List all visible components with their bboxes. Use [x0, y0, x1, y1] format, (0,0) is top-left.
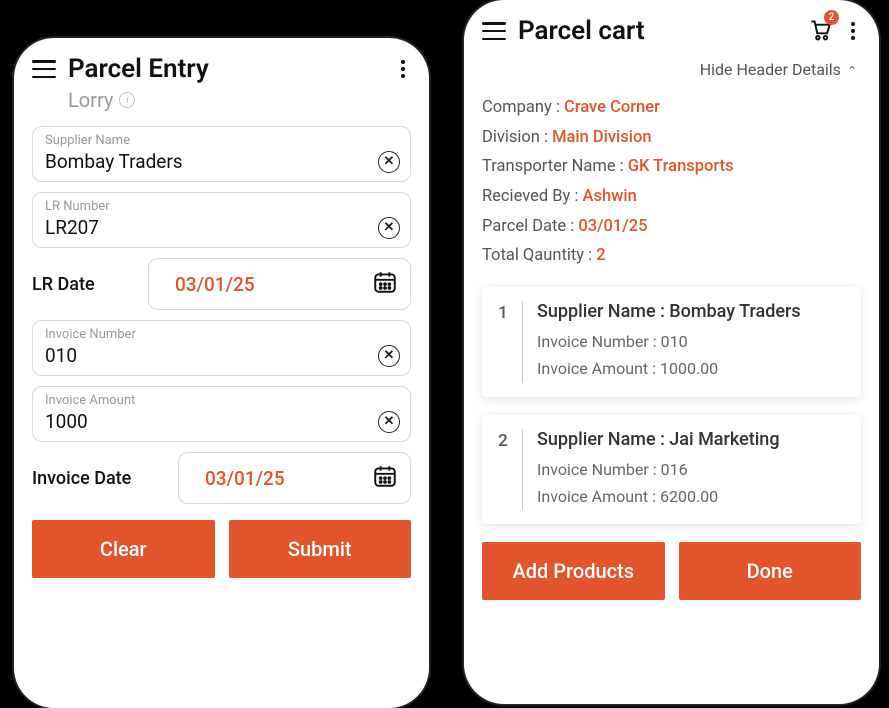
meta-transporter: Transporter Name : GK Transports: [482, 152, 861, 182]
field-label: Invoice Amount: [45, 393, 400, 408]
kebab-menu-icon[interactable]: [395, 54, 411, 84]
field-label: Invoice Number: [45, 327, 400, 342]
card-supplier: Supplier Name : Jai Marketing: [537, 429, 847, 450]
kebab-menu-icon[interactable]: [845, 16, 861, 46]
card-invoice-amount: Invoice Amount : 1000.00: [537, 355, 847, 382]
clear-button[interactable]: Clear: [32, 520, 215, 578]
field-value[interactable]: Bombay Traders: [45, 150, 378, 173]
chevron-up-icon: ⌄: [847, 63, 857, 77]
invoice-date-value: 03/01/25: [191, 467, 285, 490]
hide-header-toggle[interactable]: Hide Header Details ⌄: [482, 60, 857, 79]
clear-input-icon[interactable]: ✕: [378, 411, 400, 433]
page-title: Parcel Entry: [68, 54, 383, 84]
screen: Parcel cart 2 Hide Header Details ⌄ Comp…: [464, 0, 879, 704]
lr-date-row: LR Date 03/01/25: [32, 258, 411, 310]
field-label: LR Number: [45, 199, 400, 214]
hide-header-label: Hide Header Details: [700, 60, 841, 79]
action-buttons: Add Products Done: [482, 542, 861, 600]
field-value[interactable]: 1000: [45, 410, 378, 433]
phone-parcel-cart: Parcel cart 2 Hide Header Details ⌄ Comp…: [464, 0, 879, 704]
divider: [522, 301, 523, 382]
clear-input-icon[interactable]: ✕: [378, 151, 400, 173]
cart-icon[interactable]: 2: [807, 16, 833, 46]
parcel-card[interactable]: 1 Supplier Name : Bombay Traders Invoice…: [482, 287, 861, 396]
lr-date-input[interactable]: 03/01/25: [148, 258, 411, 310]
info-icon[interactable]: i: [119, 92, 135, 108]
page-title: Parcel cart: [518, 16, 795, 46]
meta-division: Division : Main Division: [482, 123, 861, 153]
meta-company: Company : Crave Corner: [482, 93, 861, 123]
field-value[interactable]: 010: [45, 344, 378, 367]
card-supplier: Supplier Name : Bombay Traders: [537, 301, 847, 322]
header: Parcel Entry: [32, 54, 411, 84]
invoice-amount-field[interactable]: Invoice Amount 1000 ✕: [32, 386, 411, 442]
header: Parcel cart 2: [482, 16, 861, 46]
invoice-date-row: Invoice Date 03/01/25: [32, 452, 411, 504]
card-body: Supplier Name : Bombay Traders Invoice N…: [537, 301, 847, 382]
done-button[interactable]: Done: [679, 542, 862, 600]
clear-input-icon[interactable]: ✕: [378, 217, 400, 239]
invoice-date-input[interactable]: 03/01/25: [178, 452, 411, 504]
subtitle-row: Lorry i: [32, 88, 411, 112]
card-invoice-number: Invoice Number : 010: [537, 328, 847, 355]
lr-date-value: 03/01/25: [161, 273, 255, 296]
field-value[interactable]: LR207: [45, 216, 378, 239]
card-index: 1: [496, 301, 510, 382]
meta-received-by: Recieved By : Ashwin: [482, 182, 861, 212]
divider: [522, 429, 523, 510]
header-details: Company : Crave Corner Division : Main D…: [482, 93, 861, 271]
action-buttons: Clear Submit: [32, 520, 411, 578]
supplier-name-field[interactable]: Supplier Name Bombay Traders ✕: [32, 126, 411, 182]
clear-input-icon[interactable]: ✕: [378, 345, 400, 367]
hamburger-menu-icon[interactable]: [32, 60, 56, 78]
parcel-card[interactable]: 2 Supplier Name : Jai Marketing Invoice …: [482, 415, 861, 524]
lr-date-label: LR Date: [32, 274, 134, 295]
add-products-button[interactable]: Add Products: [482, 542, 665, 600]
invoice-number-field[interactable]: Invoice Number 010 ✕: [32, 320, 411, 376]
card-invoice-number: Invoice Number : 016: [537, 456, 847, 483]
card-index: 2: [496, 429, 510, 510]
meta-parcel-date: Parcel Date : 03/01/25: [482, 212, 861, 242]
field-label: Supplier Name: [45, 133, 400, 148]
invoice-date-label: Invoice Date: [32, 468, 164, 489]
calendar-icon[interactable]: [372, 269, 398, 299]
card-body: Supplier Name : Jai Marketing Invoice Nu…: [537, 429, 847, 510]
card-invoice-amount: Invoice Amount : 6200.00: [537, 483, 847, 510]
screen: Parcel Entry Lorry i Supplier Name Bomba…: [14, 38, 429, 708]
cart-badge: 2: [824, 10, 839, 25]
lr-number-field[interactable]: LR Number LR207 ✕: [32, 192, 411, 248]
meta-total-quantity: Total Qauntity : 2: [482, 241, 861, 271]
submit-button[interactable]: Submit: [229, 520, 412, 578]
subtitle-text: Lorry: [68, 88, 113, 112]
hamburger-menu-icon[interactable]: [482, 22, 506, 40]
calendar-icon[interactable]: [372, 463, 398, 493]
phone-parcel-entry: Parcel Entry Lorry i Supplier Name Bomba…: [14, 38, 429, 708]
